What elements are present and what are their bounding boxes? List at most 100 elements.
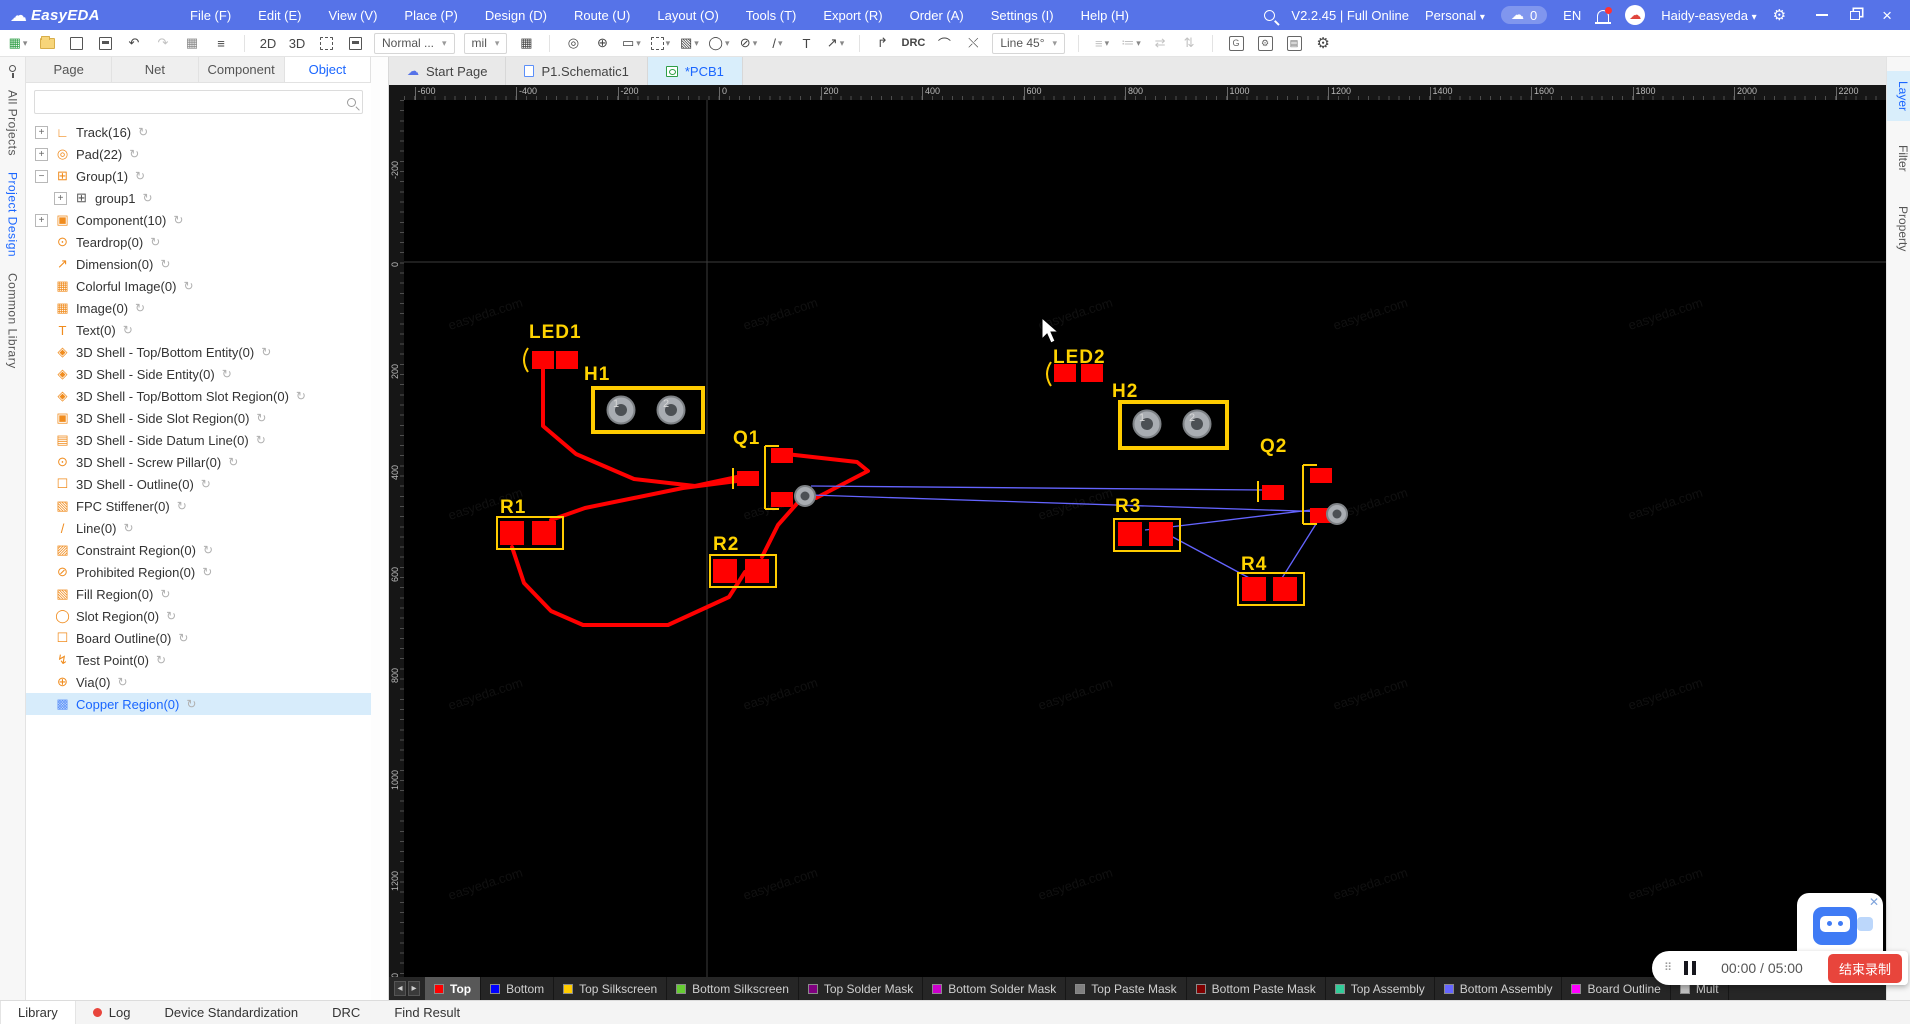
copper-trace[interactable] bbox=[549, 479, 739, 522]
doc-tab-p1-schematic1[interactable]: P1.Schematic1 bbox=[506, 57, 648, 85]
smd-pad[interactable] bbox=[532, 351, 554, 369]
new-document-button[interactable]: ▦ ▾ bbox=[8, 33, 28, 54]
panel-settings-button[interactable]: ⚙ bbox=[1255, 33, 1275, 54]
refresh-icon[interactable]: ↻ bbox=[166, 609, 176, 623]
panel-layers-button[interactable]: ▤ bbox=[1284, 33, 1304, 54]
tree-row-3d-shell-screw-pillar-0-[interactable]: ⊙ 3D Shell - Screw Pillar(0) ↻ bbox=[26, 451, 371, 473]
assistant-close-icon[interactable]: ✕ bbox=[1869, 895, 1879, 909]
status-item-find-result[interactable]: Find Result bbox=[377, 1001, 477, 1024]
tree-row-fpc-stiffener-0-[interactable]: ▧ FPC Stiffener(0) ↻ bbox=[26, 495, 371, 517]
ref-designator-label[interactable]: Q2 bbox=[1260, 436, 1287, 457]
smd-pad[interactable] bbox=[771, 448, 793, 463]
refresh-icon[interactable]: ↻ bbox=[150, 235, 160, 249]
panel-global-button[interactable]: G bbox=[1226, 33, 1246, 54]
tree-row-3d-shell-side-datum-line-0-[interactable]: ▤ 3D Shell - Side Datum Line(0) ↻ bbox=[26, 429, 371, 451]
pause-icon[interactable] bbox=[1684, 961, 1696, 975]
status-item-log[interactable]: Log bbox=[76, 1001, 148, 1024]
avatar[interactable]: ☁ bbox=[1625, 5, 1646, 25]
refresh-icon[interactable]: ↻ bbox=[256, 411, 266, 425]
ref-designator-label[interactable]: H1 bbox=[584, 364, 610, 385]
tree-row-3d-shell-top-bottom-entity-0-[interactable]: ◈ 3D Shell - Top/Bottom Entity(0) ↻ bbox=[26, 341, 371, 363]
print-button[interactable] bbox=[345, 33, 365, 54]
place-ellipse-button[interactable]: ◯ ▾ bbox=[708, 33, 729, 54]
sidebar-tab-page[interactable]: Page bbox=[26, 57, 113, 82]
unit-dropdown[interactable]: mil ▾ bbox=[463, 32, 508, 54]
layer-scroll-right-icon[interactable]: ▸ bbox=[408, 981, 420, 996]
refresh-icon[interactable]: ↻ bbox=[142, 191, 152, 205]
tree-row-text-0-[interactable]: T Text(0) ↻ bbox=[26, 319, 371, 341]
smd-pad[interactable] bbox=[1262, 485, 1284, 500]
tree-row-teardrop-0-[interactable]: ⊙ Teardrop(0) ↻ bbox=[26, 231, 371, 253]
tree-row-via-0-[interactable]: ⊕ Via(0) ↻ bbox=[26, 671, 371, 693]
menu-tools[interactable]: Tools (T) bbox=[746, 8, 797, 23]
layer-chip-bottom-silkscreen[interactable]: Bottom Silkscreen bbox=[667, 977, 799, 1000]
place-text-button[interactable]: T bbox=[797, 33, 817, 54]
place-line-button[interactable]: / ▾ bbox=[768, 33, 788, 54]
tree-row-3d-shell-top-bottom-slot-region-0-[interactable]: ◈ 3D Shell - Top/Bottom Slot Region(0) ↻ bbox=[26, 385, 371, 407]
layer-chip-top-silkscreen[interactable]: Top Silkscreen bbox=[554, 977, 668, 1000]
smd-pad[interactable] bbox=[1273, 577, 1297, 601]
tree-row-track-16-[interactable]: + ∟ Track(16) ↻ bbox=[26, 121, 371, 143]
settings-gear-icon[interactable]: ⚙ bbox=[1773, 6, 1786, 24]
expand-icon[interactable]: + bbox=[54, 191, 67, 205]
menu-view[interactable]: View (V) bbox=[329, 8, 378, 23]
refresh-icon[interactable]: ↻ bbox=[202, 565, 212, 579]
refresh-icon[interactable]: ↻ bbox=[135, 301, 145, 315]
layer-chip-top-assembly[interactable]: Top Assembly bbox=[1326, 977, 1435, 1000]
restore-button[interactable] bbox=[1850, 10, 1861, 20]
route-button[interactable]: ↱ bbox=[873, 33, 893, 54]
tree-row-colorful-image-0-[interactable]: ▦ Colorful Image(0) ↻ bbox=[26, 275, 371, 297]
menu-file[interactable]: File (F) bbox=[190, 8, 231, 23]
tree-row-prohibited-region-0-[interactable]: ⊘ Prohibited Region(0) ↻ bbox=[26, 561, 371, 583]
place-dimension-button[interactable]: ↗ ▾ bbox=[826, 33, 846, 54]
ref-designator-label[interactable]: R4 bbox=[1241, 554, 1267, 575]
place-pad-button[interactable]: ◎ bbox=[563, 33, 583, 54]
system-settings-button[interactable]: ⚙ bbox=[1313, 33, 1333, 54]
menu-export[interactable]: Export (R) bbox=[823, 8, 882, 23]
refresh-icon[interactable]: ↻ bbox=[138, 125, 148, 139]
tree-row-component-10-[interactable]: + ▣ Component(10) ↻ bbox=[26, 209, 371, 231]
refresh-icon[interactable]: ↻ bbox=[123, 521, 133, 535]
expand-icon[interactable]: + bbox=[35, 125, 48, 139]
route-angle-dropdown[interactable]: Line 45° ▾ bbox=[992, 32, 1066, 54]
menu-edit[interactable]: Edit (E) bbox=[258, 8, 301, 23]
smd-pad[interactable] bbox=[1242, 577, 1266, 601]
doc-tab--pcb1[interactable]: *PCB1 bbox=[647, 57, 743, 85]
flip-horizontal-button[interactable]: ⇄ bbox=[1150, 33, 1170, 54]
layer-chip-top-paste-mask[interactable]: Top Paste Mask bbox=[1066, 977, 1187, 1000]
smd-pad[interactable] bbox=[1310, 468, 1332, 483]
place-rect-button[interactable]: ▭ ▾ bbox=[621, 33, 641, 54]
view-2d-button[interactable]: 2D bbox=[258, 33, 278, 54]
smd-pad[interactable] bbox=[532, 521, 556, 545]
refresh-icon[interactable]: ↻ bbox=[178, 631, 188, 645]
cloud-sync-badge[interactable]: ☁ 0 bbox=[1500, 6, 1548, 24]
place-via-button[interactable]: ⊕ bbox=[592, 33, 612, 54]
expand-icon[interactable]: + bbox=[35, 213, 48, 227]
refresh-icon[interactable]: ↻ bbox=[160, 257, 170, 271]
tree-row-fill-region-0-[interactable]: ▧ Fill Region(0) ↻ bbox=[26, 583, 371, 605]
refresh-icon[interactable]: ↻ bbox=[228, 455, 238, 469]
smd-pad[interactable] bbox=[737, 471, 759, 486]
smd-pad[interactable] bbox=[745, 559, 769, 583]
object-search-box[interactable] bbox=[34, 90, 363, 114]
tree-row-3d-shell-side-entity-0-[interactable]: ◈ 3D Shell - Side Entity(0) ↻ bbox=[26, 363, 371, 385]
stop-recording-button[interactable]: 结束录制 bbox=[1827, 953, 1902, 983]
place-prohibited-button[interactable]: ⊘ ▾ bbox=[739, 33, 759, 54]
smd-pad[interactable] bbox=[556, 351, 578, 369]
menu-design[interactable]: Design (D) bbox=[485, 8, 547, 23]
place-fill-button[interactable]: ▧ ▾ bbox=[679, 33, 699, 54]
refresh-icon[interactable]: ↻ bbox=[222, 367, 232, 381]
status-item-library[interactable]: Library bbox=[0, 1001, 76, 1024]
refresh-icon[interactable]: ↻ bbox=[160, 587, 170, 601]
refresh-icon[interactable]: ↻ bbox=[203, 543, 213, 557]
tree-row-slot-region-0-[interactable]: ◯ Slot Region(0) ↻ bbox=[26, 605, 371, 627]
menu-help[interactable]: Help (H) bbox=[1081, 8, 1129, 23]
layout-grid-button[interactable]: ▦ bbox=[182, 33, 202, 54]
collapse-icon[interactable]: − bbox=[35, 169, 48, 183]
tree-row-constraint-region-0-[interactable]: ▨ Constraint Region(0) ↻ bbox=[26, 539, 371, 561]
refresh-icon[interactable]: ↻ bbox=[117, 675, 127, 689]
design-order-button[interactable]: ≡ bbox=[211, 33, 231, 54]
pin-panel-icon[interactable] bbox=[9, 65, 16, 78]
teardrop-button[interactable]: ⌒ bbox=[934, 33, 954, 54]
layer-chip-top[interactable]: Top bbox=[425, 977, 482, 1000]
